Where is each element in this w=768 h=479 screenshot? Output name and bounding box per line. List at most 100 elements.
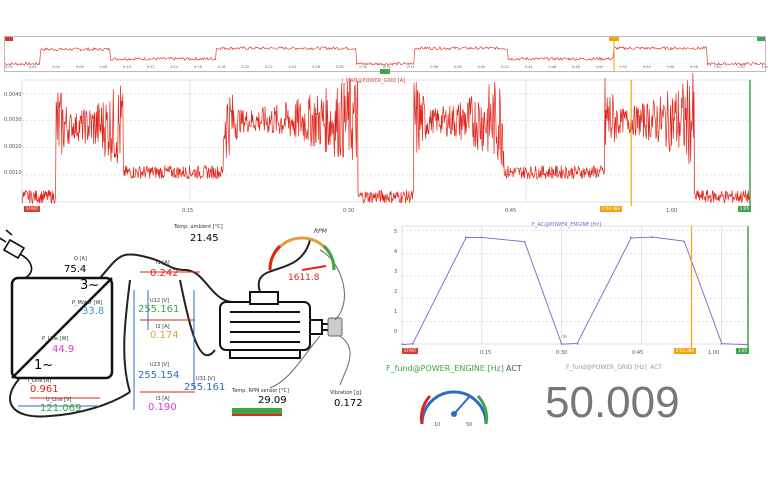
- collapse-handle[interactable]: [380, 69, 390, 74]
- i-line-value: 0.961: [30, 384, 59, 395]
- gauge-tick-high: 50: [466, 422, 473, 428]
- freq-frame: [401, 225, 749, 345]
- freq-point: [411, 343, 414, 345]
- overview-tick: 0:06: [75, 65, 84, 69]
- temp-rpm-bar: [232, 408, 282, 414]
- freq-point: [630, 236, 632, 239]
- temp-rpm-value: 29.09: [258, 395, 287, 406]
- overview-tick: 0:52: [619, 65, 628, 69]
- overview-tick: 1:00: [713, 65, 722, 69]
- motor-diagram: Temp. ambient [°C] 21.45 RPM 1611.8 Q [A…: [0, 220, 390, 420]
- overview-tick: 0:28: [335, 65, 344, 69]
- current-ytick-0: 0.0040: [4, 92, 22, 98]
- overview-tick: 0:50: [595, 65, 604, 69]
- p-line-label: P_Line [W]: [42, 336, 69, 342]
- overview-strip[interactable]: 0:00 0:02 0:04 0:06 0:08 0:10 0:12 0:14 0:16 0:18…: [4, 36, 768, 72]
- vibration-value: 0.172: [334, 398, 363, 409]
- temp-ambient-value: 21.45: [190, 233, 219, 244]
- freq-cursor-badge[interactable]: 0:54.389: [674, 348, 696, 354]
- vibration-label: Vibration [g]: [330, 390, 362, 396]
- temp-ambient-label: Temp. ambient [°C]: [174, 224, 223, 230]
- freq-point: [481, 236, 483, 239]
- overview-tick: 0:00: [5, 65, 13, 69]
- rpm-gauge: [268, 236, 336, 271]
- freq-chart[interactable]: F_AC@POWER_ENGINE [Hz] START 0:54.389 1:…: [401, 222, 749, 354]
- current-end-badge[interactable]: 1:05: [738, 206, 751, 212]
- freq-ytick-0: 5: [394, 229, 398, 235]
- plug-icon: [0, 229, 33, 279]
- u23-value: 255.154: [138, 370, 180, 381]
- overview-tick: 0:24: [288, 65, 297, 69]
- current-ytick-2: 0.0020: [4, 144, 22, 150]
- overview-tick: 0:04: [52, 65, 61, 69]
- overview-tick: 0:12: [146, 65, 155, 69]
- one-phase-symbol: 1~: [34, 358, 54, 373]
- overview-tick: 0:14: [170, 65, 179, 69]
- freq-scroll-icon[interactable]: »: [562, 332, 576, 344]
- freq-xtick-2: 0:45: [632, 350, 644, 356]
- p-line-value: 44.9: [52, 344, 75, 355]
- overview-tick: 0:58: [690, 65, 698, 69]
- current-series-line: [21, 73, 751, 205]
- sensor-icon: [327, 317, 343, 337]
- i2-value: 0.174: [150, 330, 179, 341]
- overview-series-line: [4, 45, 765, 67]
- overview-tick: 0:38: [453, 65, 462, 69]
- i1-value: 0.242: [150, 268, 179, 279]
- overview-tick: 0:10: [123, 65, 131, 69]
- overview-tick: 0:08: [99, 65, 108, 69]
- u31-value: 255.161: [184, 382, 226, 393]
- current-chart[interactable]: I_MAN@POWER_GRID [A] START 0:54.389 1:05…: [21, 73, 751, 212]
- freq-xtick-1: 0:30: [556, 350, 568, 356]
- freq-point: [465, 236, 467, 239]
- big-frequency-value: 50.009: [545, 378, 680, 427]
- freq-ytick-3: 2: [394, 289, 398, 295]
- current-scroll-icon[interactable]: »: [368, 190, 382, 202]
- p-motor-value: 33.8: [82, 306, 105, 317]
- overview-tick: 0:34: [406, 65, 415, 69]
- gauge-tick-low: 10: [434, 422, 441, 428]
- overview-tick: 0:36: [430, 65, 439, 69]
- overview-tick: 0:26: [312, 65, 320, 69]
- temp-rpm-label: Temp. RPM sensor [°C]: [232, 388, 289, 394]
- overview-tick: 0:48: [572, 65, 580, 69]
- freq-ytick-1: 4: [394, 249, 398, 255]
- freq-point: [720, 343, 723, 345]
- i3-value: 0.190: [148, 402, 177, 413]
- current-xtick-1: 0:30: [343, 208, 355, 214]
- overview-tick: 0:40: [477, 65, 486, 69]
- i1-label: I1 [A]: [156, 260, 170, 266]
- freq-ytick-5: 0: [394, 329, 398, 335]
- rpm-value: 1611.8: [288, 273, 320, 283]
- overview-tick: 0:20: [241, 65, 250, 69]
- freq-point: [576, 343, 579, 345]
- u23-label: U23 [V]: [150, 362, 169, 368]
- current-start-badge[interactable]: START: [24, 206, 41, 212]
- rpm-label: RPM: [314, 228, 327, 235]
- freq-ytick-2: 3: [394, 269, 398, 275]
- freq-gauge: 10 50: [416, 376, 492, 434]
- overview-tick: 0:42: [501, 65, 509, 69]
- current-cursor-badge[interactable]: 0:54.389: [600, 206, 622, 212]
- three-phase-symbol: 3~: [80, 278, 100, 293]
- overview-tick: 1:02: [737, 65, 746, 69]
- q-value: 75.4: [64, 264, 87, 275]
- converter-icon: [10, 276, 114, 380]
- current-ytick-1: 0.0030: [4, 117, 22, 123]
- current-xtick-2: 0:45: [505, 208, 517, 214]
- f-fund-grid-act: ACT: [650, 364, 662, 371]
- f-fund-grid-label: F_fund@POWER_GRID [Hz]: [566, 364, 647, 371]
- u12-value: 255.161: [138, 304, 180, 315]
- freq-xtick-0: 0:15: [480, 350, 492, 356]
- overview-tick: 0:22: [264, 65, 273, 69]
- current-frame: [21, 79, 751, 203]
- freq-point: [523, 241, 526, 243]
- freq-point: [401, 343, 403, 345]
- current-ytick-3: 0.0010: [4, 170, 22, 176]
- freq-start-badge[interactable]: START: [402, 348, 419, 354]
- overview-tick: 0:54: [642, 65, 651, 69]
- overview-tick: 0:56: [666, 65, 675, 69]
- freq-xtick-3: 1:00: [708, 350, 720, 356]
- freq-end-badge[interactable]: 1:05: [736, 348, 749, 354]
- freq-ytick-4: 1: [394, 309, 398, 315]
